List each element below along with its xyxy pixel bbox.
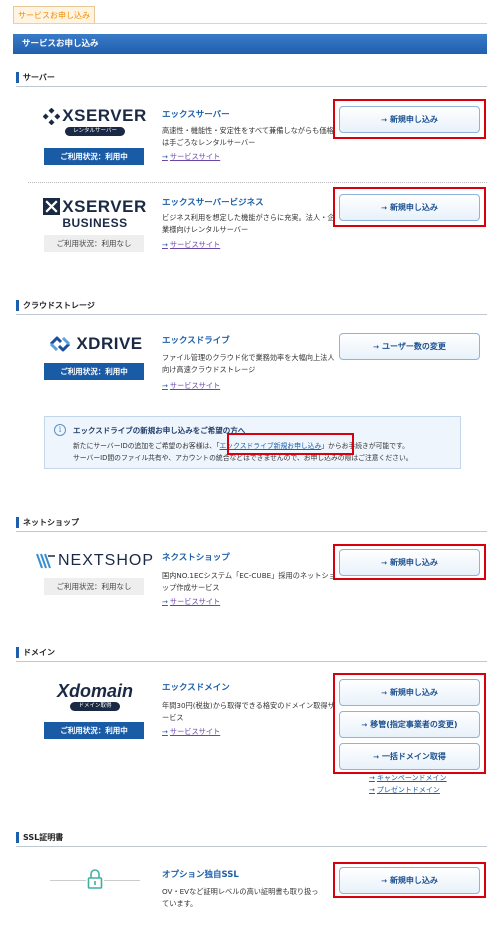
xserver-business-apply-button[interactable]: → 新規申し込み [339,194,480,221]
arrow-icon: → [381,116,387,124]
arrow-icon: → [373,343,380,351]
arrow-icon: → [162,153,168,161]
divider [104,880,140,881]
arrow-icon: → [381,689,387,697]
divider [28,182,487,183]
service-desc-xdomain: 年間30円(税抜)から取得できる格安のドメイン取得サービス [162,701,335,722]
status-badge-nextshop: ご利用状況：利用なし [44,578,144,595]
arrow-icon: → [162,382,168,390]
xdomain-bulk-register-button[interactable]: → 一括ドメイン取得 [339,743,480,770]
status-badge-xdrive: ご利用状況：利用中 [44,363,144,380]
xserver-business-x-icon [43,198,61,215]
nextshop-apply-button[interactable]: → 新規申し込み [339,549,480,576]
arrow-icon: → [369,774,375,782]
arrow-icon: → [369,786,375,794]
highlight-box [227,433,354,455]
service-name-xdrive: エックスドライブ [162,336,230,346]
service-name-xdomain: エックスドメイン [162,683,230,693]
xdomain-transfer-button[interactable]: → 移管(指定事業者の変更) [339,711,480,738]
service-site-link-xserver-business[interactable]: → サービスサイト [162,240,220,250]
service-desc-xserver-business: ビジネス利用を想定した機能がさらに充実。法人・企業様向けレンタルサーバー [162,213,335,234]
page-title-banner: サービスお申し込み [13,34,487,54]
xserver-diamond-icon [43,107,61,125]
present-domain-link[interactable]: → プレゼントドメイン [369,785,440,795]
campaign-domain-link[interactable]: → キャンペーンドメイン [369,773,447,783]
xserver-apply-button[interactable]: → 新規申し込み [339,106,480,133]
status-badge-xserver: ご利用状況：利用中 [44,148,144,165]
status-badge-xdomain: ご利用状況：利用中 [44,722,144,739]
arrow-icon: → [162,598,168,606]
service-desc-ssl: OV・EVなど証明レベルの高い証明書も取り扱っています。 [162,887,319,908]
arrow-icon: → [162,241,168,249]
nextshop-bag-icon [36,553,55,569]
service-name-nextshop: ネクストショップ [162,553,230,563]
info-icon: i [54,424,66,436]
arrow-icon: → [381,559,387,567]
service-desc-nextshop: 国内NO.1ECシステム「EC-CUBE」採用のネットショップ作成サービス [162,571,336,592]
status-badge-xserver-business: ご利用状況：利用なし [44,235,144,252]
xdomain-apply-button[interactable]: → 新規申し込み [339,679,480,706]
xdrive-logo: XDRIVE [44,324,146,364]
xdomain-logo: Xdomain ドメイン取得 [56,680,133,711]
arrow-icon: → [373,753,379,761]
service-desc-xserver: 高速性・機能性・安定性をすべて兼備しながらも価格は手ごろなレンタルサーバー [162,126,334,147]
service-site-link-xserver[interactable]: → サービスサイト [162,152,220,162]
service-name-xserver-business: エックスサーバービジネス [162,198,264,208]
section-heading-domain: ドメイン [16,645,487,662]
xserver-business-logo: XSERVER BUSINESS [43,193,146,233]
section-heading-cloud-storage: クラウドストレージ [16,298,487,315]
divider [50,880,86,881]
section-heading-server: サーバー [16,70,487,87]
service-desc-xdrive: ファイル管理のクラウド化で業務効率を大幅向上法人向け高速クラウドストレージ [162,353,335,374]
tab-underline [13,23,487,24]
ssl-apply-button[interactable]: → 新規申し込み [339,867,480,894]
arrow-icon: → [381,877,387,885]
arrow-icon: → [361,721,368,729]
arrow-icon: → [381,204,387,212]
section-heading-ssl: SSL証明書 [16,830,487,847]
notice-title: エックスドライブの新規お申し込みをご希望の方へ [73,426,246,435]
nextshop-logo: NEXTSHOP [36,541,153,581]
service-site-link-xdomain[interactable]: → サービスサイト [162,727,220,737]
service-site-link-xdrive[interactable]: → サービスサイト [162,381,220,391]
service-name-xserver: エックスサーバー [162,110,230,120]
service-name-ssl: オプション独自SSL [162,870,239,880]
service-site-link-nextshop[interactable]: → サービスサイト [162,597,220,607]
xdrive-change-users-button[interactable]: → ユーザー数の変更 [339,333,480,360]
xserver-logo: XSERVER レンタルサーバー [43,101,146,141]
padlock-icon [87,869,103,889]
section-heading-net-shop: ネットショップ [16,515,487,532]
tab-service-application[interactable]: サービスお申し込み [13,6,95,24]
xdrive-chain-icon [50,336,71,352]
arrow-icon: → [162,728,168,736]
